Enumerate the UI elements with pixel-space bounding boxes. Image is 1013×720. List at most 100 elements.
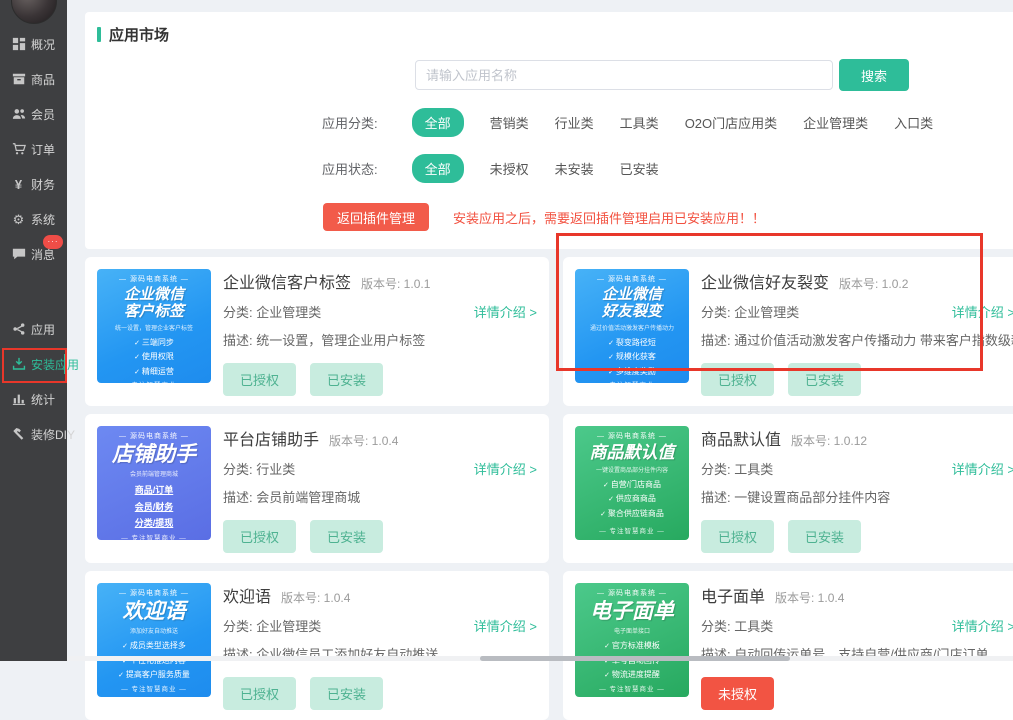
finance-icon: ¥: [11, 177, 26, 192]
main-content: 应用市场 搜索 应用分类: 全部 营销类 行业类 工具类 O2O门店应用类 企业…: [85, 12, 1013, 720]
sidebar-item-label: 安装应用: [31, 356, 79, 373]
title-accent-bar: [97, 27, 101, 42]
app-name: 欢迎语: [223, 583, 271, 607]
message-count-badge: ···: [43, 235, 63, 249]
install-app-icon: [11, 357, 26, 372]
app-icon: — 源码电商系统 — 店铺助手 会员前端管理商城 商品/订单 会员/财务 分类/…: [97, 426, 211, 540]
status-filter-label: 应用状态:: [322, 159, 378, 178]
app-name: 电子面单: [701, 583, 765, 607]
status-option-all[interactable]: 全部: [412, 154, 464, 183]
status-option-unauthorized[interactable]: 未授权: [490, 159, 529, 178]
app-card: — 源码电商系统 — 商品默认值 一键设置商品部分挂件内容 自营/门店商品 供应…: [563, 414, 1013, 563]
search-input[interactable]: [415, 60, 833, 90]
horizontal-scrollbar-thumb[interactable]: [480, 656, 790, 661]
app-card: — 源码电商系统 — 企业微信客户标签 统一设置，管理企业客户标签 三端同步 使…: [85, 257, 549, 406]
authorized-badge[interactable]: 已授权: [223, 520, 296, 553]
sidebar-item-install-apps[interactable]: 安装应用: [0, 354, 67, 374]
app-description: 描述: 会员前端管理商城: [223, 487, 537, 506]
authorized-badge[interactable]: 已授权: [701, 363, 774, 396]
sidebar-item-system[interactable]: ⚙ 系统: [0, 209, 67, 229]
app-market-panel: 应用市场 搜索 应用分类: 全部 营销类 行业类 工具类 O2O门店应用类 企业…: [85, 12, 1013, 249]
app-name: 商品默认值: [701, 426, 781, 450]
category-option-o2o[interactable]: O2O门店应用类: [685, 113, 777, 132]
horizontal-scrollbar[interactable]: [67, 656, 1013, 661]
page-title: 应用市场: [97, 24, 1013, 45]
status-option-installed[interactable]: 已安装: [620, 159, 659, 178]
app-icon: — 源码电商系统 — 商品默认值 一键设置商品部分挂件内容 自营/门店商品 供应…: [575, 426, 689, 540]
app-version: 版本号: 1.0.12: [791, 432, 867, 449]
app-icon: — 源码电商系统 — 企业微信好友裂变 通过价值活动激发客户传播动力 裂变路径短…: [575, 269, 689, 383]
sidebar-item-label: 概况: [31, 36, 55, 53]
search-row: 搜索: [415, 59, 1013, 91]
app-card: — 源码电商系统 — 电子面单 电子面单接口 官方标准模板 单号自动回传 物流进…: [563, 571, 1013, 720]
authorized-badge[interactable]: 已授权: [223, 363, 296, 396]
app-version: 版本号: 1.0.4: [775, 589, 844, 606]
diy-icon: [11, 427, 26, 442]
sidebar-item-apps[interactable]: 应用: [0, 319, 67, 339]
sidebar-item-label: 会员: [31, 106, 55, 123]
user-avatar[interactable]: [11, 0, 57, 24]
installed-badge[interactable]: 已安装: [788, 520, 861, 553]
category-option-industry[interactable]: 行业类: [555, 113, 594, 132]
app-description: 描述: 通过价值活动激发客户传播动力 带来客户指数级新增: [701, 330, 1013, 349]
app-description: 描述: 一键设置商品部分挂件内容: [701, 487, 1013, 506]
status-filter-row: 应用状态: 全部 未授权 未安装 已安装: [322, 154, 1013, 183]
app-name: 企业微信好友裂变: [701, 269, 829, 293]
category-option-marketing[interactable]: 营销类: [490, 113, 529, 132]
app-category: 分类: 行业类: [223, 459, 295, 478]
apps-icon: [11, 322, 26, 337]
orders-icon: [11, 142, 26, 157]
app-category: 分类: 企业管理类: [223, 302, 321, 321]
app-version: 版本号: 1.0.2: [839, 275, 908, 292]
sidebar-item-overview[interactable]: 概况: [0, 34, 67, 54]
status-option-uninstalled[interactable]: 未安装: [555, 159, 594, 178]
app-description: 描述: 统一设置，管理企业用户标签: [223, 330, 537, 349]
detail-link[interactable]: 详情介绍 >: [952, 616, 1013, 635]
sidebar-item-label: 订单: [31, 141, 55, 158]
status-options: 全部 未授权 未安装 已安装: [412, 154, 659, 183]
installed-badge[interactable]: 已安装: [310, 520, 383, 553]
sidebar-item-label: 财务: [31, 176, 55, 193]
detail-link[interactable]: 详情介绍 >: [474, 459, 537, 478]
app-icon: — 源码电商系统 — 电子面单 电子面单接口 官方标准模板 单号自动回传 物流进…: [575, 583, 689, 697]
category-option-enterprise[interactable]: 企业管理类: [803, 113, 868, 132]
sidebar-item-diy[interactable]: 装修DIY: [0, 424, 67, 444]
app-version: 版本号: 1.0.4: [281, 589, 350, 606]
app-card: — 源码电商系统 — 企业微信好友裂变 通过价值活动激发客户传播动力 裂变路径短…: [563, 257, 1013, 406]
installed-badge[interactable]: 已安装: [310, 363, 383, 396]
app-version: 版本号: 1.0.1: [361, 275, 430, 292]
category-option-all[interactable]: 全部: [412, 108, 464, 137]
stats-icon: [11, 392, 26, 407]
installed-badge[interactable]: 已安装: [310, 677, 383, 710]
category-filter-row: 应用分类: 全部 营销类 行业类 工具类 O2O门店应用类 企业管理类 入口类: [322, 108, 1013, 137]
sidebar-item-messages[interactable]: 消息 ···: [0, 244, 67, 264]
category-option-entry[interactable]: 入口类: [894, 113, 933, 132]
goods-icon: [11, 72, 26, 87]
sidebar-item-members[interactable]: 会员: [0, 104, 67, 124]
sidebar-item-label: 商品: [31, 71, 55, 88]
unauthorized-badge[interactable]: 未授权: [701, 677, 774, 710]
search-button[interactable]: 搜索: [839, 59, 909, 91]
app-name: 平台店铺助手: [223, 426, 319, 450]
category-options: 全部 营销类 行业类 工具类 O2O门店应用类 企业管理类 入口类: [412, 108, 934, 137]
sidebar-item-label: 应用: [31, 321, 55, 338]
sidebar-item-goods[interactable]: 商品: [0, 69, 67, 89]
app-icon: — 源码电商系统 — 欢迎语 添加好友自动推送 成员类型选择多 个性化推送内容 …: [97, 583, 211, 697]
app-category: 分类: 企业管理类: [701, 302, 799, 321]
app-card: — 源码电商系统 — 店铺助手 会员前端管理商城 商品/订单 会员/财务 分类/…: [85, 414, 549, 563]
app-name: 企业微信客户标签: [223, 269, 351, 293]
authorized-badge[interactable]: 已授权: [223, 677, 296, 710]
detail-link[interactable]: 详情介绍 >: [952, 459, 1013, 478]
category-option-tools[interactable]: 工具类: [620, 113, 659, 132]
detail-link[interactable]: 详情介绍 >: [474, 302, 537, 321]
sidebar-item-orders[interactable]: 订单: [0, 139, 67, 159]
back-to-plugin-manager-button[interactable]: 返回插件管理: [323, 203, 429, 231]
app-card-grid: — 源码电商系统 — 企业微信客户标签 统一设置，管理企业客户标签 三端同步 使…: [85, 257, 1013, 720]
sidebar-item-stats[interactable]: 统计: [0, 389, 67, 409]
installed-badge[interactable]: 已安装: [788, 363, 861, 396]
sidebar-item-label: 装修DIY: [31, 426, 75, 443]
authorized-badge[interactable]: 已授权: [701, 520, 774, 553]
detail-link[interactable]: 详情介绍 >: [474, 616, 537, 635]
detail-link[interactable]: 详情介绍 >: [952, 302, 1013, 321]
sidebar-item-finance[interactable]: ¥ 财务: [0, 174, 67, 194]
